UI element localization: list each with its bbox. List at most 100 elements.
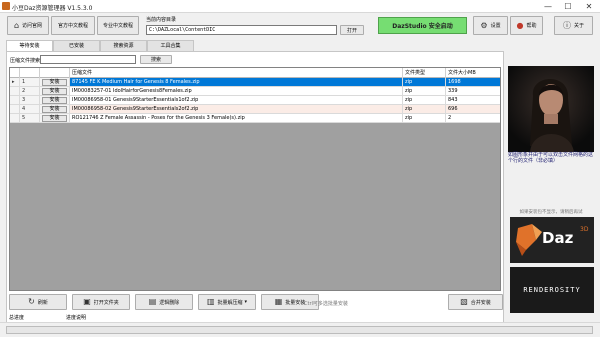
table-row[interactable]: 4 安装 IM00086958-02 Genesis9StarterEssentia… — [10, 105, 500, 114]
info-icon: ⓘ — [562, 20, 571, 30]
merge-install-button[interactable]: ▧ 合并安装 — [448, 294, 503, 310]
row-archive-name: IM00086958-01 Genesis9StarterEssentials1… — [70, 96, 403, 105]
ad-text: 如图形象并由于可以双击文件网格的这个行的文件（非必填） — [508, 152, 594, 164]
visit-site-button[interactable]: ⌂ 访问官网 — [7, 16, 49, 35]
merge-icon: ▧ — [460, 297, 468, 306]
progress-bar — [6, 326, 593, 334]
maximize-button[interactable]: ☐ — [558, 0, 578, 13]
portrait-illustration — [508, 66, 594, 152]
row-number[interactable]: 3 — [20, 96, 40, 105]
logic-delete-button[interactable]: ▤ 逻辑删除 — [135, 294, 193, 310]
header-type[interactable]: 文件类型 — [403, 68, 446, 78]
search-input[interactable] — [40, 55, 136, 64]
header-index — [20, 68, 40, 78]
ad-note: 如果安装包不显示，请稍后再试 — [519, 210, 583, 215]
pro-tutorial-button[interactable]: 专业中文教程 — [97, 16, 139, 35]
row-file-type: zip — [403, 105, 446, 114]
header-archive[interactable]: 压缩文件 — [70, 68, 403, 78]
row-file-type: zip — [403, 87, 446, 96]
about-button[interactable]: ⓘ 关于 — [554, 16, 593, 35]
install-button[interactable]: 安装 — [42, 88, 67, 95]
tab-tools[interactable]: 工具合集 — [147, 40, 194, 51]
home-icon: ⌂ — [13, 20, 20, 30]
row-file-type: zip — [403, 96, 446, 105]
visit-site-label: 访问官网 — [22, 23, 43, 29]
row-number[interactable]: 5 — [20, 114, 40, 123]
tab-installed[interactable]: 已安装 — [53, 40, 100, 51]
row-marker[interactable] — [10, 96, 20, 105]
batch-decompress-button[interactable]: ▥ 批量解压缩 ▾ — [198, 294, 256, 310]
title-bar: 小豆Daz资源管理器 V1.5.3.0 — ☐ ✕ — [0, 0, 600, 13]
chevron-down-icon: ▾ — [244, 299, 248, 305]
tab-search-resources[interactable]: 搜索资源 — [100, 40, 147, 51]
refresh-icon: ↻ — [28, 297, 35, 306]
batch-install-label: 批量安装 — [285, 299, 306, 306]
daz-logo-label: Daz — [542, 229, 574, 247]
search-button[interactable]: 搜索 — [140, 55, 172, 64]
table-row[interactable]: 3 安装 IM00086958-01 Genesis9StarterEssentia… — [10, 96, 500, 105]
settings-label: 设置 — [490, 23, 501, 29]
install-button[interactable]: 安装 — [42, 115, 67, 122]
row-file-size: 1698 — [446, 78, 500, 87]
about-label: 关于 — [573, 23, 584, 29]
row-file-type: zip — [403, 114, 446, 123]
table-row[interactable]: 5 安装 RO121746 Z Female Assassin - Poses fo… — [10, 114, 500, 123]
daz-safe-start-button[interactable]: DazStudio 安全启动 — [378, 17, 467, 34]
pro-tutorial-label: 专业中文教程 — [102, 23, 133, 29]
row-marker[interactable] — [10, 114, 20, 123]
ad-portrait-image[interactable] — [508, 66, 594, 152]
close-button[interactable]: ✕ — [579, 0, 599, 13]
row-install: 安装 — [40, 87, 70, 96]
header-size[interactable]: 文件大小MB — [446, 68, 500, 78]
install-icon: ▦ — [274, 297, 283, 306]
row-install: 安装 — [40, 78, 70, 87]
row-archive-name: IM00086958-02 Genesis9StarterEssentials2… — [70, 105, 403, 114]
total-progress-label: 总进度 — [9, 315, 25, 321]
header-corner — [10, 68, 20, 78]
minimize-button[interactable]: — — [538, 0, 558, 13]
help-icon: ● — [516, 20, 524, 30]
dir-label: 当前内容目录 — [146, 17, 177, 23]
file-grid[interactable]: 压缩文件 文件类型 文件大小MB ▸ 1 安装 87145 FE K Medium H… — [9, 67, 501, 291]
daz-start-label: DazStudio 安全启动 — [392, 23, 453, 30]
row-file-size: 843 — [446, 96, 500, 105]
grid-header: 压缩文件 文件类型 文件大小MB — [10, 68, 500, 78]
official-tutorial-button[interactable]: 官方中文教程 — [51, 16, 95, 35]
row-file-size: 2 — [446, 114, 500, 123]
row-archive-name: 87145 FE K Medium Hair for Genesis 8 Fem… — [70, 78, 403, 87]
multi-select-hint: Ctrl可多选批量安装 — [304, 301, 348, 307]
merge-install-label: 合并安装 — [470, 299, 491, 306]
gear-icon: ⚙ — [480, 20, 488, 30]
row-marker[interactable] — [10, 105, 20, 114]
archive-icon: ▥ — [206, 297, 215, 306]
table-row[interactable]: 2 安装 IM00083257-01 IdolHairforGenesis8Fema… — [10, 87, 500, 96]
official-tutorial-label: 官方中文教程 — [57, 23, 88, 29]
content-dir-field[interactable]: C:\DAZLocal\ContentDIC — [146, 25, 337, 35]
settings-button[interactable]: ⚙ 设置 — [473, 16, 508, 35]
table-row[interactable]: ▸ 1 安装 87145 FE K Medium Hair for Genesis 8… — [10, 78, 500, 87]
row-marker[interactable] — [10, 87, 20, 96]
install-button[interactable]: 安装 — [42, 79, 67, 86]
open-dir-button[interactable]: 打开 — [340, 25, 364, 35]
renderosity-logo[interactable]: RENDEROSITY — [510, 267, 594, 313]
open-dir-label: 打开 — [346, 27, 357, 34]
daz-logo-sup: 3D — [580, 226, 589, 233]
install-button[interactable]: 安装 — [42, 97, 67, 104]
row-install: 安装 — [40, 105, 70, 114]
row-number[interactable]: 4 — [20, 105, 40, 114]
folder-icon: ▣ — [83, 297, 91, 306]
help-button[interactable]: ● 帮助 — [510, 16, 543, 35]
window-title: 小豆Daz资源管理器 V1.5.3.0 — [12, 5, 93, 12]
row-file-size: 339 — [446, 87, 500, 96]
refresh-label: 刷新 — [37, 299, 48, 306]
install-button[interactable]: 安装 — [42, 106, 67, 113]
row-number[interactable]: 1 — [20, 78, 40, 87]
search-label: 压缩文件搜索 — [10, 58, 41, 64]
row-number[interactable]: 2 — [20, 87, 40, 96]
search-button-label: 搜索 — [150, 57, 161, 63]
header-action — [40, 68, 70, 78]
open-folder-label: 打开文件夹 — [93, 299, 119, 306]
open-folder-button[interactable]: ▣ 打开文件夹 — [72, 294, 130, 310]
refresh-button[interactable]: ↻ 刷新 — [9, 294, 67, 310]
row-marker[interactable]: ▸ — [10, 78, 20, 87]
